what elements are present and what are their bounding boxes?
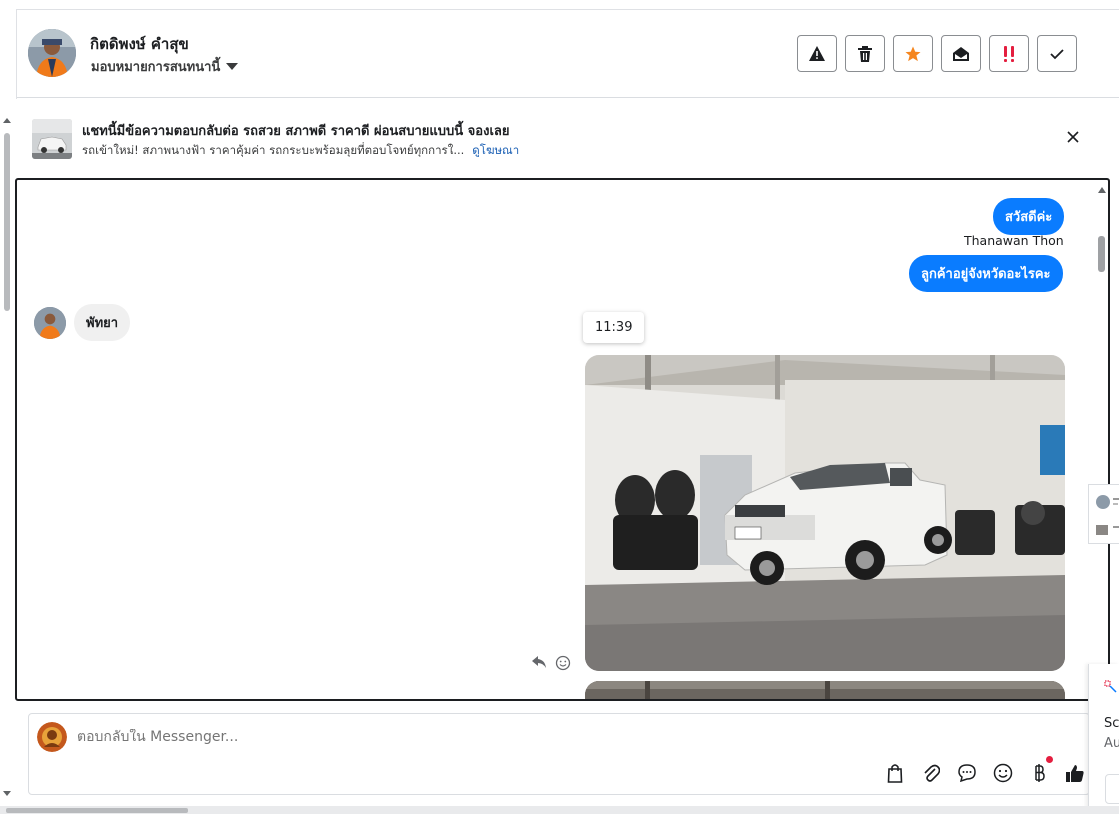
contact-avatar-small <box>34 307 66 339</box>
side-floating-panel[interactable]: Sc Au <box>1088 664 1119 814</box>
outgoing-message[interactable]: สวัสดีค่ะ <box>993 198 1065 235</box>
message-timestamp: 11:39 <box>583 312 645 343</box>
payment-button[interactable] <box>1028 756 1053 784</box>
composer-toolbar <box>884 756 1086 784</box>
contact-name: กิตดิพงษ์ คำสุข <box>90 35 189 53</box>
page-avatar <box>37 722 67 752</box>
side-notification-panel[interactable] <box>1088 484 1119 544</box>
checkmark-icon <box>1050 48 1064 59</box>
baht-icon <box>1035 764 1045 782</box>
saved-replies-button[interactable] <box>956 762 978 784</box>
scroll-down-icon <box>3 791 11 796</box>
horizontal-scroll-thumb[interactable] <box>6 808 188 813</box>
like-button[interactable] <box>1064 762 1086 784</box>
conversation-toolbar <box>797 35 1077 72</box>
close-banner-button[interactable] <box>1063 127 1083 147</box>
react-icon[interactable] <box>555 655 571 671</box>
attach-button[interactable] <box>920 762 942 784</box>
side-panel-text: Au <box>1104 736 1119 751</box>
view-ad-link[interactable]: ดูโฆษณา <box>472 143 519 157</box>
important-button[interactable] <box>989 35 1029 72</box>
delete-button[interactable] <box>845 35 885 72</box>
shopping-bag-icon <box>887 764 903 783</box>
double-exclamation-icon <box>1004 45 1014 62</box>
reply-composer <box>28 713 1090 795</box>
ad-thumbnail[interactable] <box>32 119 72 159</box>
thread-scroll-thumb[interactable] <box>1098 236 1105 272</box>
mark-unread-button[interactable] <box>941 35 981 72</box>
side-panel-text: Sc <box>1104 716 1119 731</box>
spam-button[interactable] <box>797 35 837 72</box>
star-button[interactable] <box>893 35 933 72</box>
ad-reply-banner: แชทนี้มีข้อความตอบกลับต่อ รถสวย สภาพดี ร… <box>17 99 1107 177</box>
close-icon <box>1067 131 1079 143</box>
message-actions <box>531 655 571 671</box>
envelope-open-icon <box>953 46 969 61</box>
assign-conversation-dropdown[interactable]: มอบหมายการสนทนานี้ <box>91 56 239 77</box>
thumbs-up-icon <box>1066 765 1084 782</box>
photo-attachment[interactable] <box>585 681 1065 699</box>
notification-dot <box>1046 756 1053 763</box>
star-icon <box>905 46 921 61</box>
reply-icon[interactable] <box>531 655 547 669</box>
assign-label: มอบหมายการสนทนานี้ <box>91 60 221 75</box>
reply-input[interactable] <box>77 729 977 745</box>
incoming-message[interactable]: พัทยา <box>74 304 131 341</box>
ad-title: แชทนี้มีข้อความตอบกลับต่อ รถสวย สภาพดี ร… <box>82 124 510 139</box>
paperclip-icon <box>924 764 940 782</box>
done-button[interactable] <box>1037 35 1077 72</box>
sender-name: Thanawan Thon <box>964 233 1064 248</box>
app-logo-icon <box>1104 680 1117 693</box>
side-panel-button[interactable] <box>1105 774 1119 804</box>
ad-subtitle-row: รถเข้าใหม่! สภาพนางฟ้า ราคาคุ้มค่า รถกระ… <box>82 142 519 160</box>
caret-down-icon <box>226 63 239 70</box>
scroll-up-icon <box>3 118 11 123</box>
emoji-button[interactable] <box>992 762 1014 784</box>
thread-scroll-up-icon <box>1098 187 1106 193</box>
conversation-header: กิตดิพงษ์ คำสุข มอบหมายการสนทนานี้ <box>17 10 1119 98</box>
contact-avatar[interactable] <box>28 29 76 77</box>
emoji-icon <box>993 763 1013 783</box>
trash-icon <box>858 45 872 62</box>
ad-subtitle: รถเข้าใหม่! สภาพนางฟ้า ราคาคุ้มค่า รถกระ… <box>82 143 465 157</box>
scroll-thumb[interactable] <box>4 133 10 311</box>
photo-attachment[interactable] <box>585 355 1065 671</box>
outgoing-message[interactable]: ลูกค้าอยู่จังหวัดอะไรคะ <box>909 255 1063 292</box>
page-scrollbar[interactable] <box>0 113 14 803</box>
chat-bubble-icon <box>958 764 976 783</box>
message-thread[interactable]: สวัสดีค่ะ Thanawan Thon ลูกค้าอยู่จังหวั… <box>15 178 1110 701</box>
warning-icon <box>809 45 825 61</box>
shop-button[interactable] <box>884 762 906 784</box>
